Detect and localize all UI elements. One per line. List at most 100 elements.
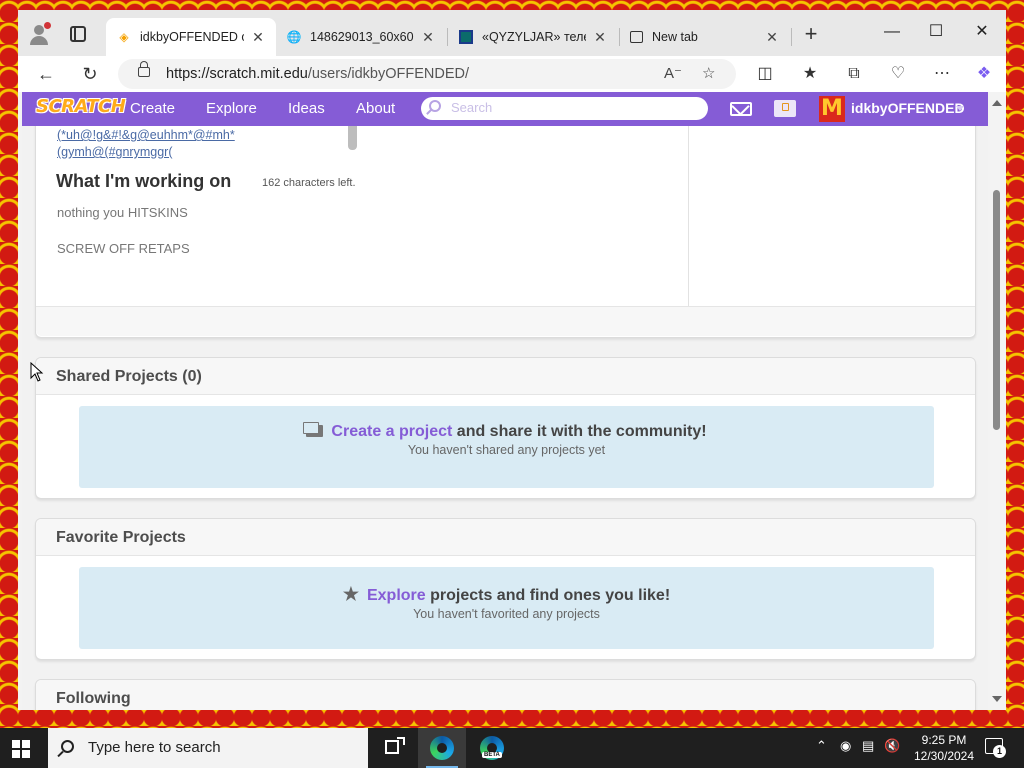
page-scrollbar[interactable] [988,92,1006,710]
shared-projects-title[interactable]: Shared Projects (0) [56,368,202,386]
tab-actions-icon[interactable] [70,26,86,42]
task-view-button[interactable] [368,728,416,768]
nav-explore[interactable]: Explore [206,100,257,117]
close-tab-icon[interactable]: ✕ [592,29,608,46]
search-input[interactable] [451,100,701,115]
close-window-button[interactable]: ✕ [960,20,1004,44]
maximize-button[interactable]: ☐ [914,20,958,44]
notification-count: 1 [993,745,1006,758]
avatar[interactable]: M [819,96,845,122]
tab-separator [791,28,792,46]
address-toolbar: ← ↻ https://scratch.mit.edu/users/idkbyO… [18,56,1006,92]
collections-icon[interactable]: ⧉ [842,62,866,86]
show-hidden-icons-icon[interactable]: ⌃ [816,738,827,754]
shared-message-rest: and share it with the community! [452,423,707,440]
read-aloud-icon[interactable]: A⁻ [664,64,682,82]
tab-image[interactable]: 🌐 148629013_60x60.p ✕ [276,18,446,56]
nav-about[interactable]: About [356,100,395,117]
scratch-navbar: SCRATCH Create Explore Ideas About M idk… [22,92,988,126]
close-tab-icon[interactable]: ✕ [764,29,780,46]
browser-essentials-icon[interactable]: ♡ [886,62,910,86]
scratch-logo[interactable]: SCRATCH [36,96,126,117]
page-viewport: SCRATCH Create Explore Ideas About M idk… [22,92,988,710]
taskbar-edge-beta[interactable]: BETA [468,728,516,768]
lock-icon[interactable] [138,61,150,77]
new-tab-button[interactable]: + [801,23,821,45]
shared-projects-card: Shared Projects (0) Create a project and… [35,357,976,499]
back-button[interactable]: ← [34,62,58,86]
url-text: https://scratch.mit.edu/users/idkbyOFFEN… [166,66,469,82]
network-icon[interactable]: ▤ [862,738,874,754]
copilot-icon[interactable]: ❖ [972,62,996,86]
newtab-icon [628,29,644,45]
browser-window: ◈ idkbyOFFENDED on ✕ 🌐 148629013_60x60.p… [18,10,1006,710]
profile-content: (*uh@!g&#!&g@euhhm*@#mh* (gymh@(#gnrymgg… [22,116,988,710]
favorite-star-icon[interactable]: ☆ [702,64,715,82]
following-header: Following [36,680,975,710]
shared-projects-empty: Create a project and share it with the c… [79,406,934,488]
nav-ideas[interactable]: Ideas [288,100,325,117]
beta-badge: BETA [482,752,502,758]
nav-create[interactable]: Create [130,100,175,117]
refresh-button[interactable]: ↻ [78,62,102,86]
tab-new-tab[interactable]: New tab ✕ [618,18,790,56]
username-label[interactable]: idkbyOFFENDED [851,100,965,116]
volume-muted-icon[interactable]: 🔇 [884,738,900,754]
url-path: /users/idkbyOFFENDED/ [307,66,469,82]
favorite-projects-card: Favorite Projects ★ Explore projects and … [35,518,976,660]
taskbar-search[interactable]: Type here to search [48,728,368,768]
following-title[interactable]: Following [56,690,131,708]
bio-text[interactable]: (*uh@!g&#!&g@euhhm*@#mh* (gymh@(#gnrymgg… [57,127,257,161]
tab-scratch-profile[interactable]: ◈ idkbyOFFENDED on ✕ [106,18,276,56]
tab-strip: ◈ idkbyOFFENDED on ✕ 🌐 148629013_60x60.p… [18,10,1006,56]
url-host: https://scratch.mit.edu [166,66,308,82]
close-tab-icon[interactable]: ✕ [250,29,266,46]
clock-time: 9:25 PM [921,733,967,747]
following-card: Following [35,679,976,710]
favorite-projects-empty: ★ Explore projects and find ones you like… [79,567,934,649]
scroll-thumb[interactable] [993,190,1000,430]
shared-projects-message: Create a project and share it with the c… [79,422,934,441]
camera-icon[interactable]: ◉ [840,738,851,754]
split-screen-icon[interactable]: ◫ [753,62,777,86]
profile-icon[interactable] [26,22,54,46]
messages-icon[interactable] [730,102,752,116]
bio-line: (*uh@!g&#!&g@euhhm*@#mh* [57,128,235,142]
address-bar[interactable]: https://scratch.mit.edu/users/idkbyOFFEN… [118,59,736,89]
scratch-cat-icon: ◈ [119,30,129,44]
favorite-message-rest: projects and find ones you like! [425,587,671,604]
windows-start-icon[interactable] [12,740,30,758]
shared-projects-header: Shared Projects (0) [36,358,975,395]
tab-qyzyljar[interactable]: «QYZYLJAR» телеар ✕ [448,18,618,56]
create-project-link[interactable]: Create a project [331,423,452,440]
search-box[interactable] [421,97,708,120]
minimize-button[interactable]: — [870,20,914,44]
close-tab-icon[interactable]: ✕ [420,29,436,46]
favorite-projects-message: ★ Explore projects and find ones you like… [79,584,934,605]
scroll-up-icon[interactable] [992,100,1002,106]
edge-icon [430,736,454,760]
working-on-heading: What I'm working on [56,171,232,191]
characters-left: 162 characters left. [262,177,356,189]
globe-icon: 🌐 [286,30,302,44]
chevron-down-icon[interactable] [956,106,964,111]
mouse-cursor-icon [30,362,44,382]
bio-line: (gymh@(#gnrymggr( [57,145,173,159]
explore-link[interactable]: Explore [367,587,426,604]
working-on-line: SCREW OFF RETAPS [57,241,190,256]
about-card: (*uh@!g&#!&g@euhhm*@#mh* (gymh@(#gnrymgg… [35,116,976,338]
star-icon: ★ [342,584,359,604]
projects-icon [303,422,324,437]
my-stuff-icon[interactable] [774,100,796,117]
about-card-footer [36,306,975,336]
clock-date: 12/30/2024 [913,749,975,763]
system-clock[interactable]: 9:25 PM 12/30/2024 [906,732,982,764]
scroll-down-icon[interactable] [992,696,1002,702]
working-on-text[interactable]: nothing you HITSKINS SCREW OFF RETAPS [57,204,190,258]
site-icon [458,29,474,45]
taskbar-edge[interactable] [418,728,466,768]
notification-center-icon[interactable]: 1 [985,738,1006,758]
favorites-icon[interactable]: ★ [798,62,822,86]
more-menu-icon[interactable]: ⋯ [930,62,954,86]
search-icon [61,740,74,753]
